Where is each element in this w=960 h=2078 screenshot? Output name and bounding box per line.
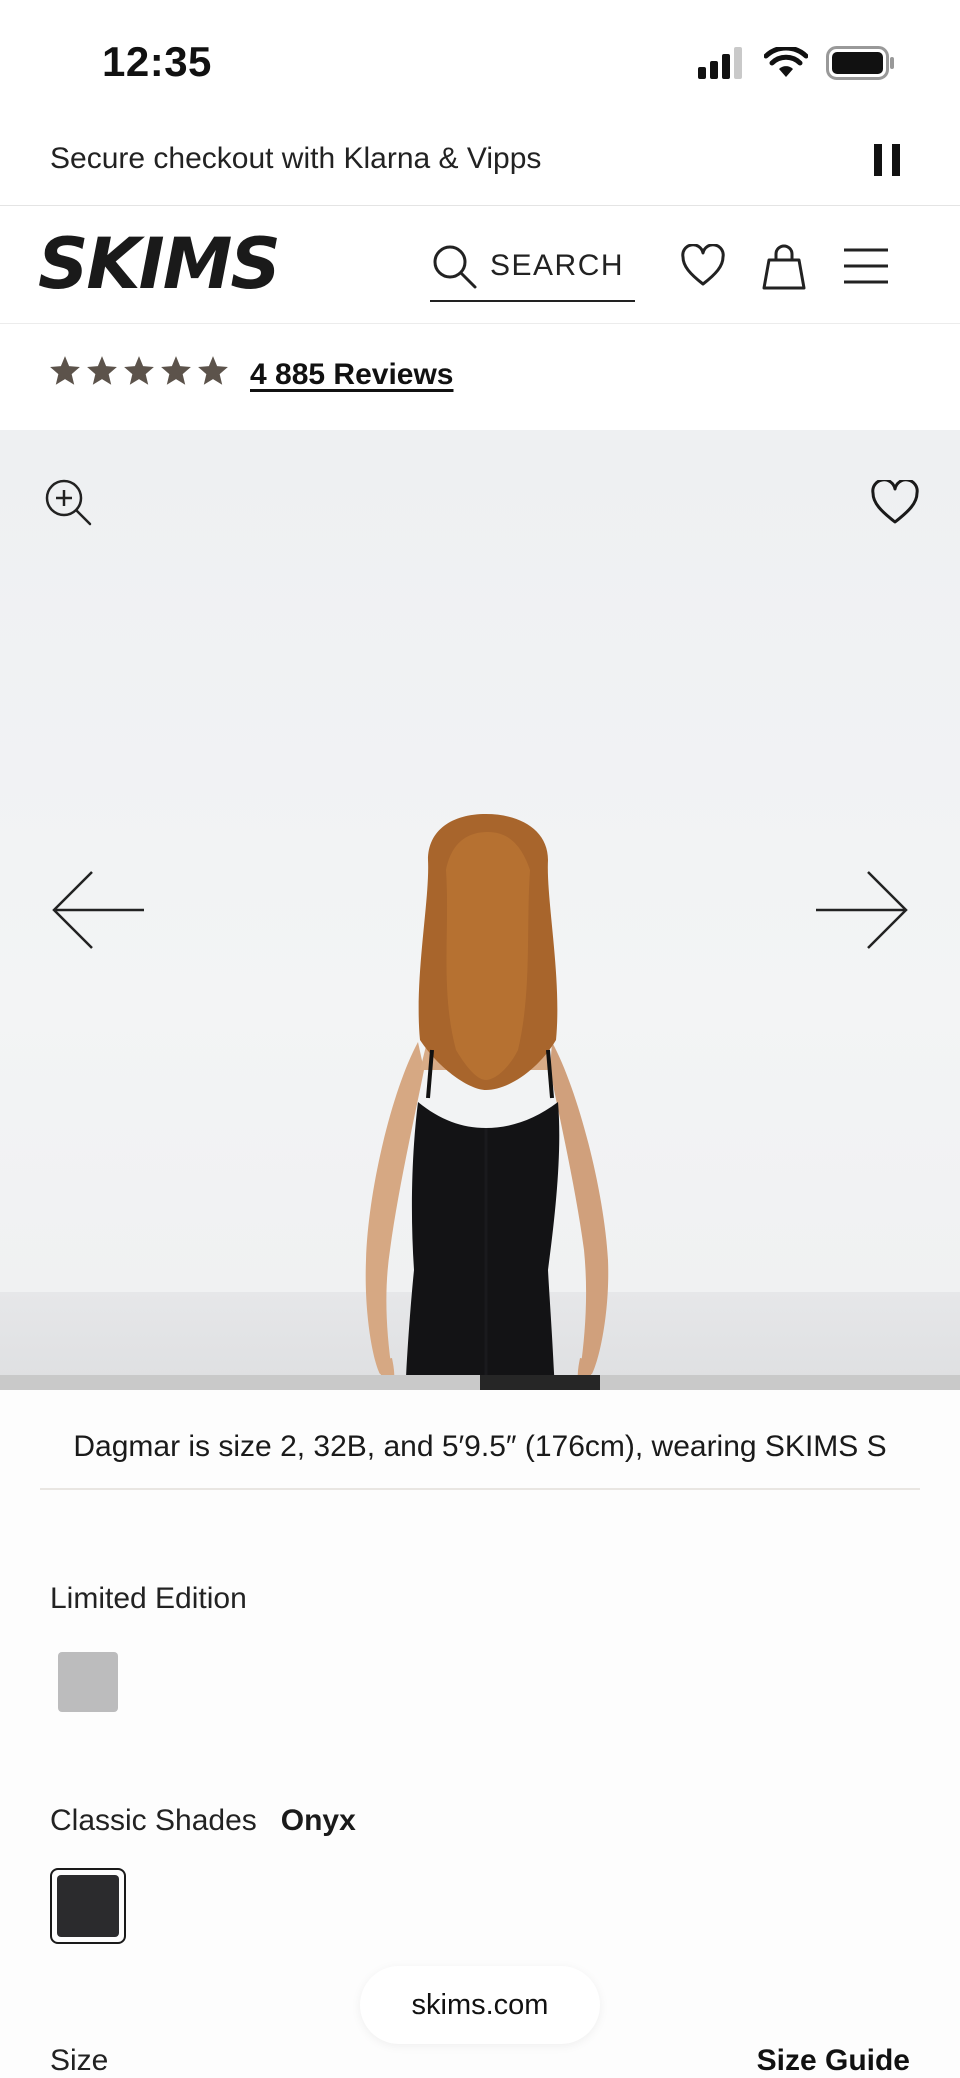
reviews-summary: 4 885 Reviews	[0, 324, 960, 430]
onyx-swatch[interactable]	[50, 1868, 126, 1944]
star-icon	[87, 356, 117, 385]
limited-edition-swatch[interactable]	[58, 1652, 118, 1712]
selected-shade-name: Onyx	[280, 1804, 356, 1837]
size-label: Size	[50, 2044, 109, 2077]
limited-edition-label: Limited Edition	[50, 1582, 247, 1615]
pause-icon	[874, 144, 882, 176]
model-info-text: Dagmar is size 2, 32B, and 5′9.5″ (176cm…	[73, 1430, 887, 1463]
announcement-text: Secure checkout with Klarna & Vipps	[50, 142, 542, 175]
classic-shades-label: Classic Shades Onyx	[50, 1804, 356, 1838]
status-bar: 12:35	[0, 0, 960, 118]
favorite-heart-icon[interactable]	[870, 480, 920, 526]
status-icons	[698, 46, 896, 80]
status-time: 12:35	[102, 38, 212, 85]
star-icon	[50, 356, 80, 385]
svg-text:SKIMS: SKIMS	[38, 226, 278, 302]
model-info-box: Dagmar is size 2, 32B, and 5′9.5″ (176cm…	[40, 1390, 920, 1490]
search-button[interactable]: SEARCH	[430, 232, 635, 302]
battery-icon	[826, 46, 894, 80]
site-header: SKIMS SEARCH	[0, 206, 960, 324]
wishlist-heart-icon[interactable]	[680, 244, 726, 288]
product-gallery[interactable]	[0, 430, 960, 1390]
star-rating	[48, 354, 230, 388]
pause-button[interactable]	[874, 144, 900, 180]
bag-icon[interactable]	[760, 242, 808, 292]
gallery-progress-track	[0, 1375, 960, 1390]
star-icon	[161, 356, 191, 385]
reviews-link[interactable]: 4 885 Reviews	[250, 358, 453, 392]
browser-url-bar[interactable]: skims.com	[360, 1966, 600, 2044]
search-label: SEARCH	[490, 249, 625, 282]
classic-shades-title: Classic Shades	[50, 1804, 257, 1837]
star-icon	[198, 356, 228, 385]
star-icon	[124, 356, 154, 385]
zoom-in-icon[interactable]	[44, 478, 94, 528]
gallery-progress-indicator	[480, 1375, 600, 1390]
arrow-left-icon[interactable]	[50, 870, 146, 950]
announcement-bar: Secure checkout with Klarna & Vipps	[0, 118, 960, 206]
size-guide-link[interactable]: Size Guide	[757, 2044, 910, 2078]
cellular-icon	[698, 47, 742, 79]
search-icon	[433, 245, 477, 289]
onyx-swatch-fill	[57, 1875, 119, 1937]
menu-icon[interactable]	[842, 246, 890, 286]
arrow-right-icon[interactable]	[814, 870, 910, 950]
skims-logo[interactable]: SKIMS	[38, 226, 278, 302]
wifi-icon	[764, 47, 808, 77]
